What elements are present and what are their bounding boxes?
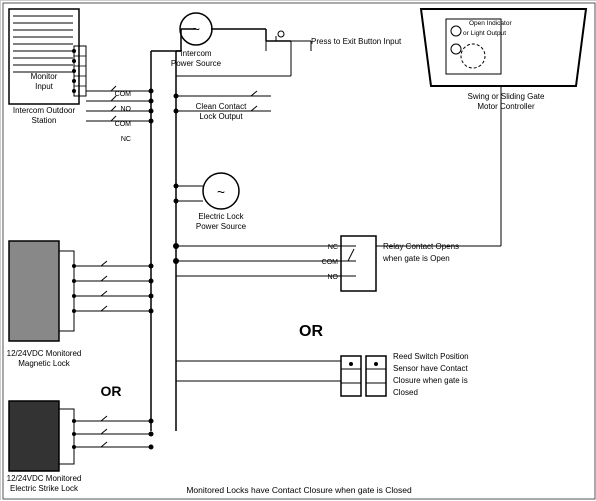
svg-text:Press to Exit Button Input: Press to Exit Button Input [311, 37, 402, 46]
svg-text:Monitor: Monitor [31, 72, 58, 81]
svg-text:NC: NC [328, 244, 338, 251]
svg-text:~: ~ [217, 184, 225, 200]
svg-text:COM: COM [115, 91, 132, 98]
svg-text:COM: COM [115, 121, 132, 128]
wiring-diagram: Monitor Input Intercom Outdoor Station ~… [0, 0, 596, 500]
svg-text:Station: Station [32, 116, 57, 125]
svg-text:12/24VDC Monitored: 12/24VDC Monitored [7, 349, 82, 358]
svg-text:NO: NO [328, 274, 339, 281]
svg-text:Intercom Outdoor: Intercom Outdoor [13, 106, 76, 115]
svg-text:OR: OR [299, 323, 323, 340]
svg-text:Closure when gate is: Closure when gate is [393, 376, 468, 385]
svg-text:Input: Input [35, 82, 54, 91]
svg-text:NO: NO [121, 106, 132, 113]
svg-text:Magnetic Lock: Magnetic Lock [18, 359, 71, 368]
svg-text:or Light Output: or Light Output [463, 30, 506, 37]
svg-text:Reed Switch Position: Reed Switch Position [393, 352, 469, 361]
svg-text:when gate is Open: when gate is Open [382, 254, 450, 263]
svg-text:Power Source: Power Source [171, 59, 222, 68]
svg-text:Monitored Locks have Contact C: Monitored Locks have Contact Closure whe… [186, 485, 412, 495]
svg-text:Closed: Closed [393, 388, 418, 397]
svg-text:Sensor have Contact: Sensor have Contact [393, 364, 468, 373]
svg-text:Swing or Sliding Gate: Swing or Sliding Gate [468, 92, 545, 101]
svg-text:Electric Strike Lock: Electric Strike Lock [10, 484, 79, 493]
svg-text:Motor Controller: Motor Controller [477, 102, 535, 111]
svg-text:Electric Lock: Electric Lock [198, 212, 244, 221]
svg-text:Lock Output: Lock Output [199, 112, 243, 121]
svg-text:NC: NC [121, 136, 131, 143]
svg-text:Clean Contact: Clean Contact [196, 102, 247, 111]
svg-text:Power Source: Power Source [196, 222, 247, 231]
svg-text:OR: OR [101, 383, 122, 399]
svg-text:Intercom: Intercom [180, 49, 211, 58]
svg-text:12/24VDC Monitored: 12/24VDC Monitored [7, 474, 82, 483]
svg-text:Open Indicator: Open Indicator [469, 20, 512, 27]
svg-text:COM: COM [322, 259, 339, 266]
